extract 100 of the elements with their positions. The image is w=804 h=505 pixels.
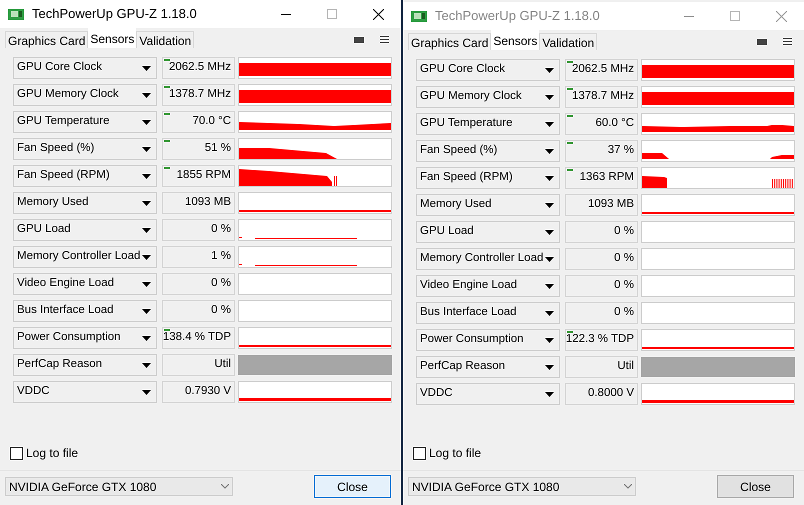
sensor-dropdown[interactable]: VDDC [416,383,560,405]
sensor-dropdown[interactable]: Video Engine Load [416,275,560,297]
sensor-dropdown[interactable]: Bus Interface Load [416,302,560,324]
sensor-value: 0 % [565,302,638,324]
close-dialog-button[interactable]: Close [717,475,794,498]
sensor-dropdown[interactable]: Memory Used [416,194,560,216]
sensor-dropdown[interactable]: Power Consumption [13,327,157,349]
graphics-card-icon [8,8,24,20]
sensor-dropdown[interactable]: Memory Used [13,192,157,214]
sensor-dropdown[interactable]: Fan Speed (%) [416,140,560,162]
dropdown-arrow-icon [142,228,151,232]
sensor-value: 0 % [162,219,235,241]
sensor-value: 60.0 °C [565,113,638,135]
sensor-dropdown[interactable]: Fan Speed (RPM) [13,165,157,187]
maximize-icon [730,11,740,21]
dropdown-arrow-icon [545,122,554,126]
sensor-value: 0 % [162,300,235,322]
log-to-file-checkbox[interactable]: Log to file [10,444,401,462]
tab[interactable]: Validation [539,33,598,50]
dropdown-arrow-icon [142,120,151,124]
sensor-dropdown[interactable]: Fan Speed (%) [13,138,157,160]
tab[interactable]: Sensors [88,28,136,48]
sensor-dropdown[interactable]: GPU Temperature [416,113,560,135]
window-title: TechPowerUp GPU-Z 1.18.0 [435,7,600,26]
dropdown-arrow-icon [545,284,554,288]
sensor-value: 0 % [162,273,235,295]
dropdown-arrow-icon [142,200,151,206]
sensor-value: 1 % [162,246,235,268]
dropdown-arrow-icon [545,176,554,180]
sensor-dropdown[interactable]: PerfCap Reason [416,356,560,378]
close-dialog-button[interactable]: Close [314,475,391,498]
dropdown-arrow-icon [142,362,151,368]
sensor-dropdown[interactable]: GPU Core Clock [13,57,157,79]
dropdown-arrow-icon [545,364,554,370]
graphics-card-icon [411,10,427,22]
log-to-file-checkbox[interactable]: Log to file [413,444,804,462]
menu-icon[interactable] [783,38,792,45]
sensor-dropdown[interactable]: Memory Controller Load [416,248,560,270]
sensor-value: 1855 RPM [162,165,235,187]
sensor-value: 0 % [565,248,638,270]
sensor-dropdown[interactable]: GPU Memory Clock [416,86,560,108]
device-dropdown[interactable]: NVIDIA GeForce GTX 1080 [408,477,636,496]
dropdown-arrow-icon [142,282,151,286]
close-icon [372,8,384,20]
sensor-value: 138.4 % TDP [162,327,235,349]
max-marker-icon [567,331,573,334]
sensor-value: Util [565,356,638,378]
maximize-icon [327,9,337,19]
dropdown-arrow-icon [545,392,554,396]
tab[interactable]: Validation [136,31,194,48]
sensor-value: 70.0 °C [162,111,235,133]
dropdown-arrow-icon [545,256,554,262]
sensor-value: 0 % [565,275,638,297]
chevron-down-icon [624,484,632,489]
sensor-value: 1093 MB [565,194,638,216]
sensor-dropdown[interactable]: GPU Load [13,219,157,241]
sensor-dropdown[interactable]: PerfCap Reason [13,354,157,376]
menu-icon[interactable] [380,36,389,43]
sensor-dropdown[interactable]: GPU Core Clock [416,59,560,81]
sensor-dropdown[interactable]: GPU Load [416,221,560,243]
tab[interactable]: Sensors [491,30,540,50]
dropdown-arrow-icon [545,148,554,154]
max-marker-icon [164,86,170,89]
sensor-dropdown[interactable]: Fan Speed (RPM) [416,167,560,189]
max-marker-icon [164,140,170,143]
sensor-dropdown[interactable]: GPU Memory Clock [13,84,157,106]
dropdown-arrow-icon [142,92,151,98]
sensor-dropdown[interactable]: VDDC [13,381,157,403]
dropdown-arrow-icon [545,94,554,100]
dropdown-arrow-icon [142,336,151,340]
sensor-value: 0 % [565,221,638,243]
dropdown-arrow-icon [142,66,151,70]
dropdown-arrow-icon [545,338,554,342]
sensor-value: 51 % [162,138,235,160]
dropdown-arrow-icon [142,308,151,314]
dropdown-arrow-icon [142,254,151,260]
sensor-value: 122.3 % TDP [565,329,638,351]
sensor-value: 0.8000 V [565,383,638,405]
close-icon [776,10,786,22]
dropdown-arrow-icon [545,202,554,208]
sensor-dropdown[interactable]: Power Consumption [416,329,560,351]
tab[interactable]: Graphics Card [408,33,492,50]
dropdown-arrow-icon [142,146,151,152]
tab[interactable]: Graphics Card [5,31,88,48]
sensor-value: 1378.7 MHz [162,84,235,106]
sensor-dropdown[interactable]: Video Engine Load [13,273,157,295]
dropdown-arrow-icon [545,310,554,316]
sensor-dropdown[interactable]: Memory Controller Load [13,246,157,268]
dropdown-arrow-icon [545,230,554,234]
max-marker-icon [567,88,573,91]
dropdown-arrow-icon [142,390,151,394]
dropdown-arrow-icon [545,68,554,72]
sensor-dropdown[interactable]: Bus Interface Load [13,300,157,322]
sensor-value: 1363 RPM [565,167,638,189]
sensor-value: 2062.5 MHz [565,59,638,81]
sensor-dropdown[interactable]: GPU Temperature [13,111,157,133]
chevron-down-icon [221,484,229,489]
dropdown-arrow-icon [142,174,151,178]
sensor-value: 0.7930 V [162,381,235,403]
device-dropdown[interactable]: NVIDIA GeForce GTX 1080 [5,477,233,496]
